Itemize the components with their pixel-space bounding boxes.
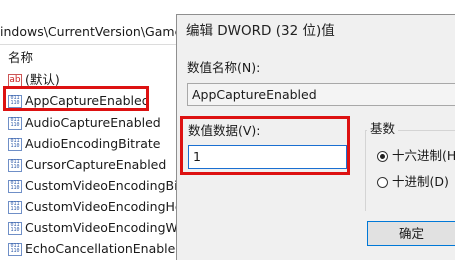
registry-value-name: CursorCaptureEnabled: [25, 157, 167, 172]
radio-decimal[interactable]: 十进制(D): [377, 173, 449, 191]
red-highlight-box: [3, 86, 149, 111]
registry-path-bar[interactable]: indows\CurrentVersion\GameD: [0, 20, 176, 45]
registry-value-customvideoencodingwidth[interactable]: 011 110 CustomVideoEncodingWid: [8, 218, 189, 238]
radio-selected-icon[interactable]: [377, 150, 388, 162]
string-value-icon: ab: [8, 73, 22, 87]
registry-value-cursorcaptureenabled[interactable]: 011 110 CursorCaptureEnabled: [8, 155, 166, 175]
base-label: 基数: [367, 121, 399, 137]
ok-button[interactable]: 确定: [367, 221, 455, 246]
dword-value-icon: 011 110: [8, 116, 22, 130]
radio-hexadecimal-label: 十六进制(H): [392, 148, 455, 163]
dialog-title: 编辑 DWORD (32 位)值: [186, 23, 335, 39]
edit-dword-dialog: 编辑 DWORD (32 位)值 数值名称(N): AppCaptureEnab…: [176, 14, 455, 260]
registry-value-name: EchoCancellationEnabled: [25, 241, 184, 256]
radio-unselected-icon[interactable]: [377, 176, 388, 188]
base-groupbox: [365, 130, 455, 211]
registry-value-customvideoencodingheight[interactable]: 011 110 CustomVideoEncodingHei: [8, 197, 186, 217]
dword-value-icon: 011 110: [8, 179, 22, 193]
dword-value-icon: 011 110: [8, 158, 22, 172]
registry-value-name: AudioCaptureEnabled: [25, 115, 161, 130]
dword-value-icon: 011 110: [8, 221, 22, 235]
registry-value-list: indows\CurrentVersion\GameD 名称 ab (默认) 0…: [0, 0, 195, 259]
value-name-field[interactable]: AppCaptureEnabled: [187, 83, 455, 106]
registry-value-audiocaptureenabled[interactable]: 011 110 AudioCaptureEnabled: [8, 113, 161, 133]
radio-decimal-label: 十进制(D): [392, 174, 449, 189]
registry-value-audioencodingbitrate[interactable]: 011 110 AudioEncodingBitrate: [8, 134, 160, 154]
registry-value-name: CustomVideoEncodingHei: [25, 199, 187, 214]
dword-value-icon: 011 110: [8, 137, 22, 151]
value-name-label: 数值名称(N):: [187, 60, 261, 75]
registry-value-echocancellationenabled[interactable]: 011 110 EchoCancellationEnabled: [8, 239, 183, 259]
registry-value-customvideoencodingbitrate[interactable]: 011 110 CustomVideoEncodingBitra: [8, 176, 195, 196]
dword-value-icon: 011 110: [8, 200, 22, 214]
registry-value-name: CustomVideoEncodingWid: [25, 220, 190, 235]
red-highlight-box: [180, 116, 350, 175]
registry-value-name: CustomVideoEncodingBitra: [25, 178, 196, 193]
radio-hexadecimal[interactable]: 十六进制(H): [377, 147, 455, 165]
registry-value-name: AudioEncodingBitrate: [25, 136, 161, 151]
column-header-name[interactable]: 名称: [8, 50, 33, 66]
dword-value-icon: 011 110: [8, 242, 22, 256]
